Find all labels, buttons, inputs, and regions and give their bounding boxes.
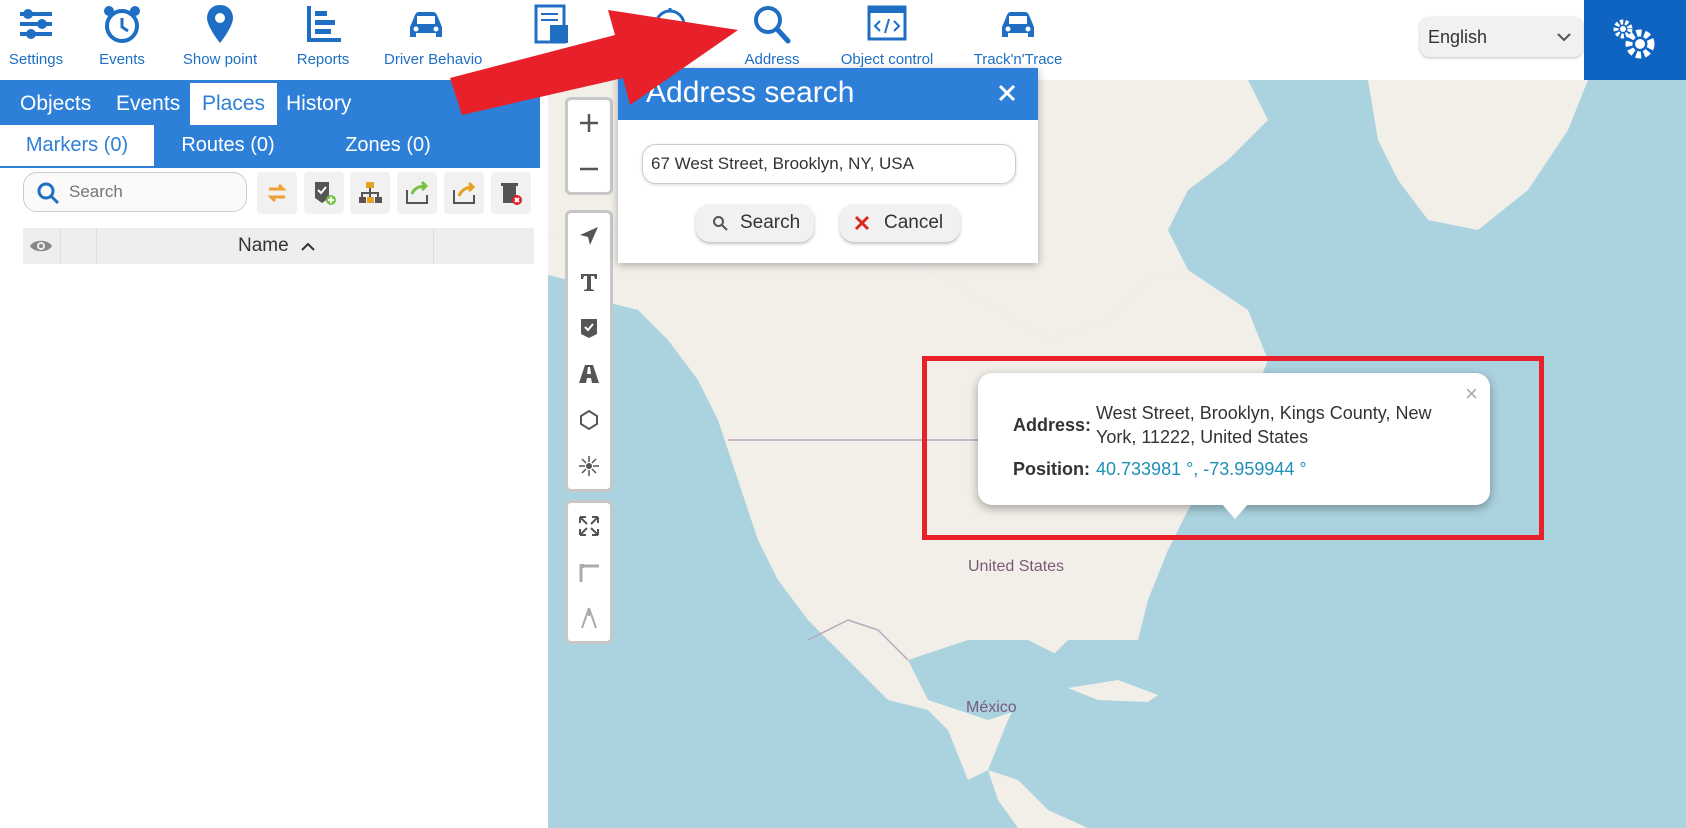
- search-icon: [37, 182, 60, 205]
- sub-tabs: Markers (0) Routes (0) Zones (0): [0, 125, 540, 168]
- code-window-icon: [867, 5, 907, 41]
- import-icon: [406, 180, 429, 204]
- add-marker-icon: [315, 182, 336, 205]
- toolbar-reports-label: Reports: [296, 51, 350, 68]
- bar-chart-icon: [307, 6, 341, 42]
- map-label-mexico: México: [966, 699, 1017, 716]
- export-icon: [453, 181, 476, 204]
- places-search[interactable]: [23, 172, 247, 212]
- marker-check-icon: [581, 319, 597, 338]
- subtab-zones[interactable]: Zones (0): [318, 125, 458, 168]
- export-button[interactable]: [444, 172, 484, 214]
- route-icon: [579, 365, 599, 383]
- group-icon: [359, 182, 382, 203]
- address-line-1: West Street, Brooklyn, Kings County, New: [1096, 403, 1432, 423]
- gears-icon: [1613, 19, 1655, 59]
- toolbar-track-n-trace-label: Track'n'Trace: [973, 51, 1063, 68]
- toolbar-show-point[interactable]: Show point: [175, 0, 265, 80]
- toolbar-show-point-label: Show point: [182, 51, 258, 68]
- chevron-down-icon: [1557, 33, 1571, 42]
- toolbar-settings-label: Settings: [8, 51, 64, 68]
- tab-places[interactable]: Places: [190, 83, 278, 125]
- search-input[interactable]: [69, 182, 229, 202]
- address-line-2: York, 11222, United States: [1096, 427, 1309, 447]
- add-marker-button[interactable]: [304, 172, 344, 214]
- reload-button[interactable]: [257, 172, 297, 214]
- map-pin-icon: [207, 5, 233, 43]
- draw-controls: [565, 210, 613, 492]
- marker-check-button[interactable]: [568, 305, 610, 351]
- alarm-clock-icon: [104, 6, 140, 43]
- popup-close-button[interactable]: ×: [1465, 381, 1478, 407]
- language-value: English: [1428, 27, 1488, 47]
- fullscreen-icon: [579, 516, 599, 536]
- navigate-button[interactable]: [568, 213, 610, 259]
- sliders-icon: [20, 9, 52, 39]
- toolbar-reports[interactable]: Reports: [290, 0, 356, 80]
- sort-ascending-icon: [301, 242, 315, 251]
- search-button[interactable]: Search: [696, 204, 814, 242]
- reload-icon: [267, 183, 287, 203]
- toolbar-events[interactable]: Events: [90, 0, 154, 80]
- search-button-label: Search: [740, 212, 801, 233]
- polygon-button[interactable]: [568, 397, 610, 443]
- subtab-markers[interactable]: Markers (0): [0, 125, 154, 168]
- red-arrow-annotation: [450, 10, 738, 115]
- car-icon: [1002, 12, 1034, 37]
- close-icon[interactable]: [996, 82, 1018, 104]
- text-button[interactable]: [568, 259, 610, 305]
- group-button[interactable]: [350, 172, 390, 214]
- tab-objects[interactable]: Objects: [8, 83, 103, 125]
- fullscreen-button[interactable]: [568, 503, 610, 549]
- measure-button[interactable]: [568, 549, 610, 595]
- cluster-icon: [579, 456, 599, 476]
- compass-button[interactable]: [568, 595, 610, 641]
- popup-tip: [1221, 503, 1249, 519]
- settings-gear-button[interactable]: [1584, 0, 1686, 80]
- navigate-icon: [580, 227, 598, 245]
- tab-events[interactable]: Events: [104, 83, 192, 125]
- zoom-out-icon: [580, 167, 598, 171]
- zoom-out-button[interactable]: [568, 146, 610, 192]
- view-controls: [565, 500, 613, 644]
- address-result-popup: × Address: West Street, Brooklyn, Kings …: [978, 373, 1490, 505]
- toolbar-object-control-label: Object control: [840, 51, 934, 68]
- left-panel: Objects Events Places History Markers (0…: [0, 80, 540, 828]
- language-select[interactable]: English: [1420, 17, 1583, 57]
- measure-icon: [579, 564, 599, 582]
- delete-all-icon: [501, 183, 522, 205]
- cancel-button-label: Cancel: [884, 212, 944, 233]
- toolbar-events-label: Events: [99, 51, 145, 68]
- map-label-us: United States: [968, 558, 1065, 575]
- name-column-label: Name: [238, 235, 289, 256]
- position-value[interactable]: 40.733981 °, -73.959944 °: [1096, 459, 1307, 480]
- route-button[interactable]: [568, 351, 610, 397]
- grid-header: Name: [23, 228, 534, 264]
- position-label: Position:: [1013, 459, 1090, 479]
- toolbar-settings[interactable]: Settings: [0, 0, 72, 80]
- cluster-button[interactable]: [568, 443, 610, 489]
- close-icon: [854, 215, 870, 231]
- cancel-button[interactable]: Cancel: [840, 204, 960, 242]
- subtab-routes[interactable]: Routes (0): [170, 125, 286, 168]
- search-icon: [713, 216, 728, 231]
- polygon-icon: [580, 409, 598, 431]
- address-label: Address:: [1013, 415, 1092, 435]
- name-column-header[interactable]: Name: [238, 235, 316, 257]
- compass-icon: [581, 607, 597, 629]
- eye-icon[interactable]: [28, 236, 54, 256]
- import-button[interactable]: [397, 172, 437, 214]
- tab-history[interactable]: History: [274, 83, 363, 125]
- delete-all-button[interactable]: [491, 172, 531, 214]
- address-input[interactable]: [642, 144, 1016, 184]
- text-icon: [581, 274, 597, 291]
